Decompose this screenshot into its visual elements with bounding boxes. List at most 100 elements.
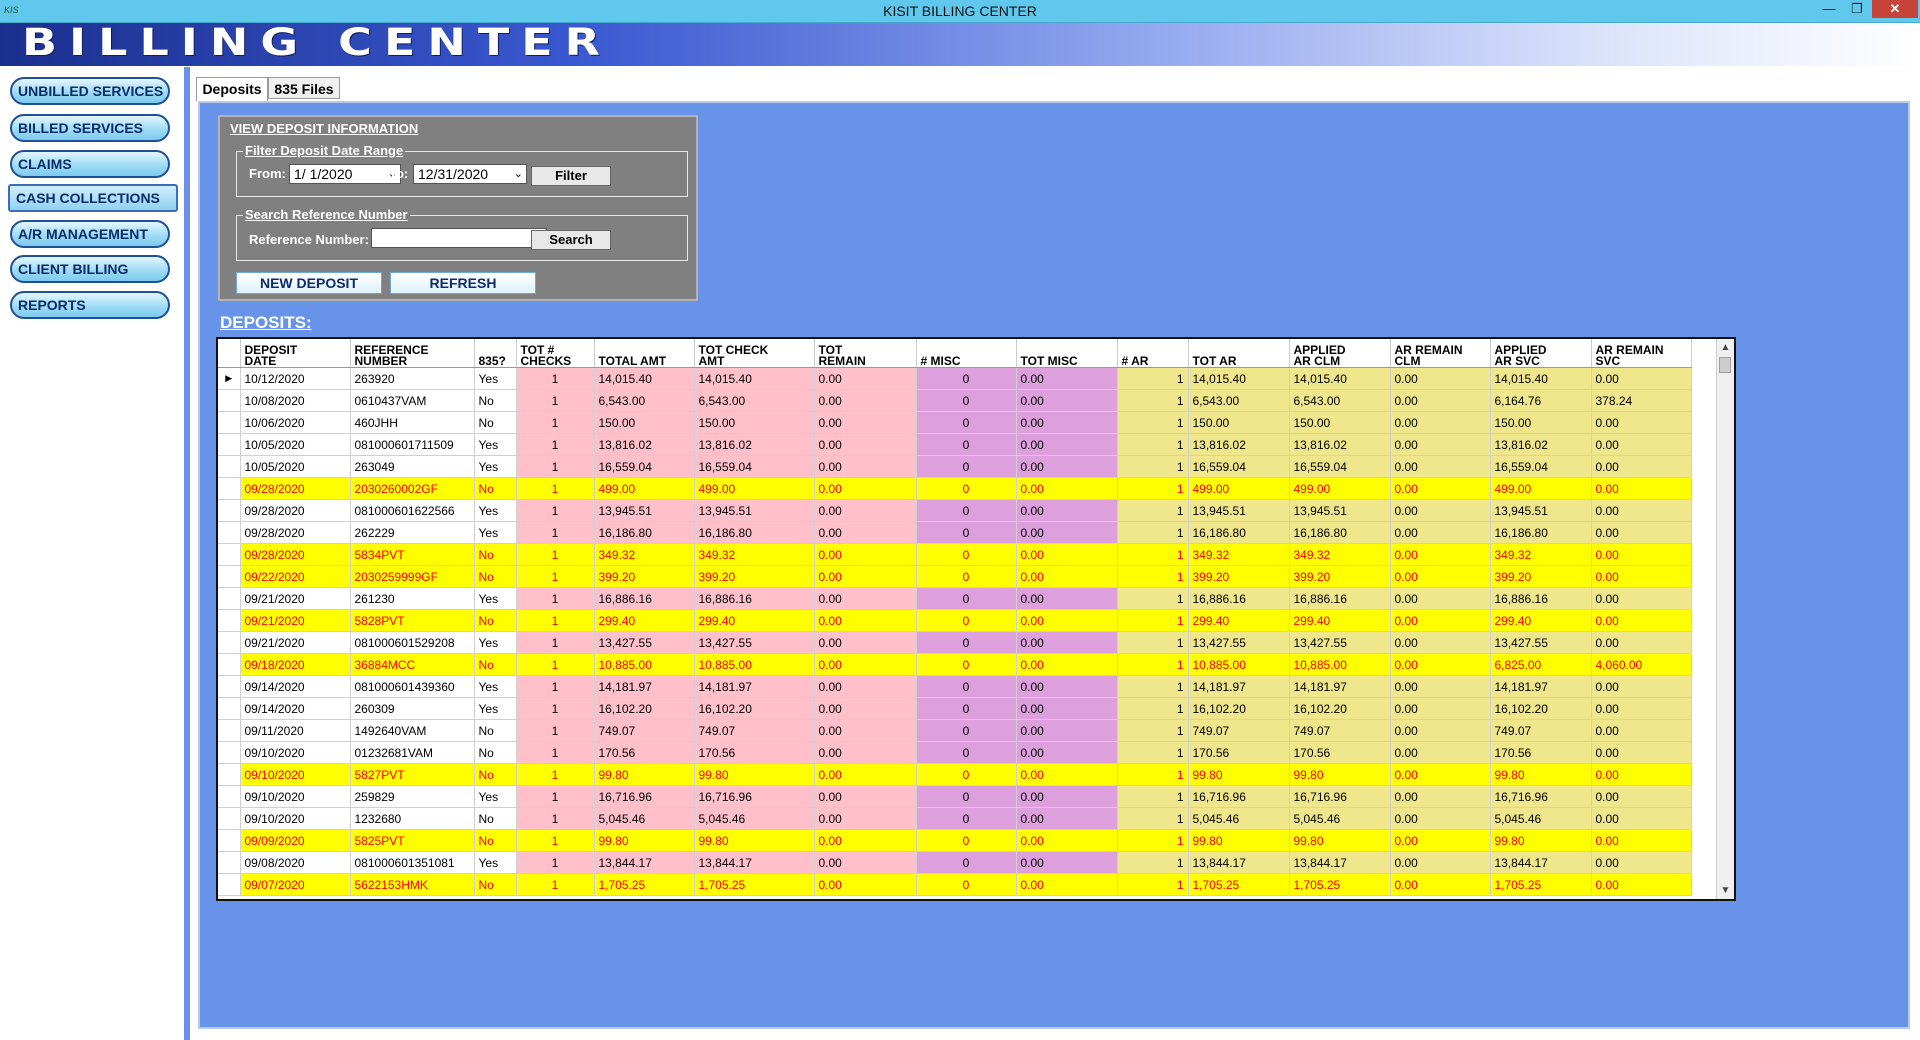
table-cell[interactable]: 5,045.46 [1490, 807, 1592, 830]
table-cell[interactable]: 1 [516, 675, 595, 698]
table-cell[interactable]: 0.00 [1390, 565, 1491, 588]
table-cell[interactable]: 16,102.20 [1289, 697, 1391, 720]
sidebar-item-ar-management[interactable]: A/R MANAGEMENT [10, 220, 170, 248]
table-cell[interactable]: 0.00 [814, 697, 917, 720]
table-cell[interactable]: 0.00 [1016, 653, 1118, 676]
table-cell[interactable]: No [474, 719, 517, 742]
column-header[interactable]: # MISC [916, 339, 1017, 368]
row-selector[interactable] [218, 521, 241, 544]
table-cell[interactable]: 749.07 [594, 719, 695, 742]
table-cell[interactable]: 081000601711509 [350, 433, 475, 456]
table-cell[interactable]: 99.80 [1289, 829, 1391, 852]
sidebar-item-client-billing[interactable]: CLIENT BILLING [10, 255, 170, 283]
scroll-thumb[interactable] [1719, 357, 1731, 373]
table-cell[interactable]: 0 [916, 543, 1017, 566]
table-cell[interactable]: Yes [474, 433, 517, 456]
table-cell[interactable]: 0.00 [814, 763, 917, 786]
table-cell[interactable]: 0 [916, 851, 1017, 874]
table-cell[interactable]: 749.07 [694, 719, 815, 742]
table-row[interactable]: 09/28/2020 2030260002GF No 1 499.00 499.00 0.0… [218, 477, 1692, 500]
table-cell[interactable]: 16,716.96 [1289, 785, 1391, 808]
table-cell[interactable]: Yes [474, 697, 517, 720]
table-cell[interactable]: 081000601622566 [350, 499, 475, 522]
table-cell[interactable]: 14,015.40 [594, 367, 695, 390]
table-cell[interactable]: 2030260002GF [350, 477, 475, 500]
table-cell[interactable]: 0.00 [1390, 631, 1491, 654]
table-cell[interactable]: 0.00 [1591, 873, 1692, 896]
table-cell[interactable]: 16,186.80 [594, 521, 695, 544]
table-cell[interactable]: 170.56 [1188, 741, 1290, 764]
table-cell[interactable]: 349.32 [694, 543, 815, 566]
column-header[interactable]: TOT REMAIN [814, 339, 917, 368]
row-selector[interactable] [218, 455, 241, 478]
table-cell[interactable]: 2030259999GF [350, 565, 475, 588]
column-header[interactable]: # AR [1117, 339, 1189, 368]
table-cell[interactable]: 0 [916, 719, 1017, 742]
table-row[interactable]: 10/06/2020 460JHH No 1 150.00 150.00 0.00 0 0.00… [218, 411, 1692, 434]
row-selector[interactable] [218, 609, 241, 632]
table-cell[interactable]: 0.00 [1390, 521, 1491, 544]
column-header[interactable]: TOT # CHECKS [516, 339, 595, 368]
table-cell[interactable]: 16,716.96 [1188, 785, 1290, 808]
table-cell[interactable]: 99.80 [694, 829, 815, 852]
table-cell[interactable]: 1 [1117, 785, 1189, 808]
table-cell[interactable]: 0.00 [1591, 411, 1692, 434]
table-cell[interactable]: 081000601351081 [350, 851, 475, 874]
table-cell[interactable]: 0.00 [1390, 587, 1491, 610]
table-cell[interactable]: 1 [516, 741, 595, 764]
table-cell[interactable]: 13,844.17 [694, 851, 815, 874]
table-cell[interactable]: 399.20 [1490, 565, 1592, 588]
table-cell[interactable]: 150.00 [1490, 411, 1592, 434]
table-cell[interactable]: 13,816.02 [1289, 433, 1391, 456]
table-row[interactable]: 09/14/2020 260309 Yes 1 16,102.20 16,102.20 0.… [218, 697, 1692, 720]
table-cell[interactable]: 349.32 [1188, 543, 1290, 566]
table-cell[interactable]: 0.00 [1390, 697, 1491, 720]
table-cell[interactable]: 0.00 [1016, 785, 1118, 808]
table-cell[interactable]: 99.80 [1188, 763, 1290, 786]
table-cell[interactable]: 09/09/2020 [240, 829, 351, 852]
table-cell[interactable]: 1 [1117, 719, 1189, 742]
row-selector[interactable] [218, 631, 241, 654]
minimize-icon[interactable]: — [1816, 0, 1842, 18]
table-cell[interactable]: 0.00 [1016, 807, 1118, 830]
table-cell[interactable]: 14,015.40 [1490, 367, 1592, 390]
table-cell[interactable]: 0.00 [1016, 565, 1118, 588]
table-cell[interactable]: 0.00 [1016, 367, 1118, 390]
table-cell[interactable]: 0.00 [1591, 477, 1692, 500]
refresh-button[interactable]: REFRESH [390, 272, 536, 294]
table-cell[interactable]: 0.00 [814, 565, 917, 588]
table-cell[interactable]: 16,186.80 [1490, 521, 1592, 544]
filter-button[interactable]: Filter [531, 166, 611, 186]
table-cell[interactable]: 263049 [350, 455, 475, 478]
table-cell[interactable]: 170.56 [694, 741, 815, 764]
table-cell[interactable]: 0.00 [1016, 697, 1118, 720]
table-cell[interactable]: 150.00 [594, 411, 695, 434]
table-cell[interactable]: 16,559.04 [1289, 455, 1391, 478]
table-cell[interactable]: 1 [516, 587, 595, 610]
table-cell[interactable]: 0 [916, 807, 1017, 830]
column-header[interactable]: REFERENCE NUMBER [350, 339, 475, 368]
table-cell[interactable]: 16,186.80 [1188, 521, 1290, 544]
table-cell[interactable]: 6,164.76 [1490, 389, 1592, 412]
table-cell[interactable]: 0.00 [814, 389, 917, 412]
table-cell[interactable]: 349.32 [594, 543, 695, 566]
chevron-down-icon[interactable]: ⌄ [514, 165, 523, 183]
table-cell[interactable]: 0.00 [1016, 389, 1118, 412]
table-cell[interactable]: 1 [1117, 411, 1189, 434]
table-cell[interactable]: Yes [474, 367, 517, 390]
table-cell[interactable]: 16,886.16 [694, 587, 815, 610]
table-cell[interactable]: 0.00 [1591, 609, 1692, 632]
reference-number-input[interactable] [371, 228, 547, 248]
tab-835-files[interactable]: 835 Files [268, 77, 340, 99]
column-header[interactable]: APPLIED AR SVC [1490, 339, 1592, 368]
table-cell[interactable]: 0.00 [1016, 609, 1118, 632]
table-cell[interactable]: 1 [516, 455, 595, 478]
table-cell[interactable]: 1 [1117, 675, 1189, 698]
table-cell[interactable]: 1 [516, 543, 595, 566]
table-cell[interactable]: 14,181.97 [1188, 675, 1290, 698]
table-cell[interactable]: No [474, 609, 517, 632]
table-cell[interactable]: 6,543.00 [694, 389, 815, 412]
table-cell[interactable]: No [474, 829, 517, 852]
table-cell[interactable]: 13,844.17 [1188, 851, 1290, 874]
table-cell[interactable]: 0.00 [1390, 829, 1491, 852]
